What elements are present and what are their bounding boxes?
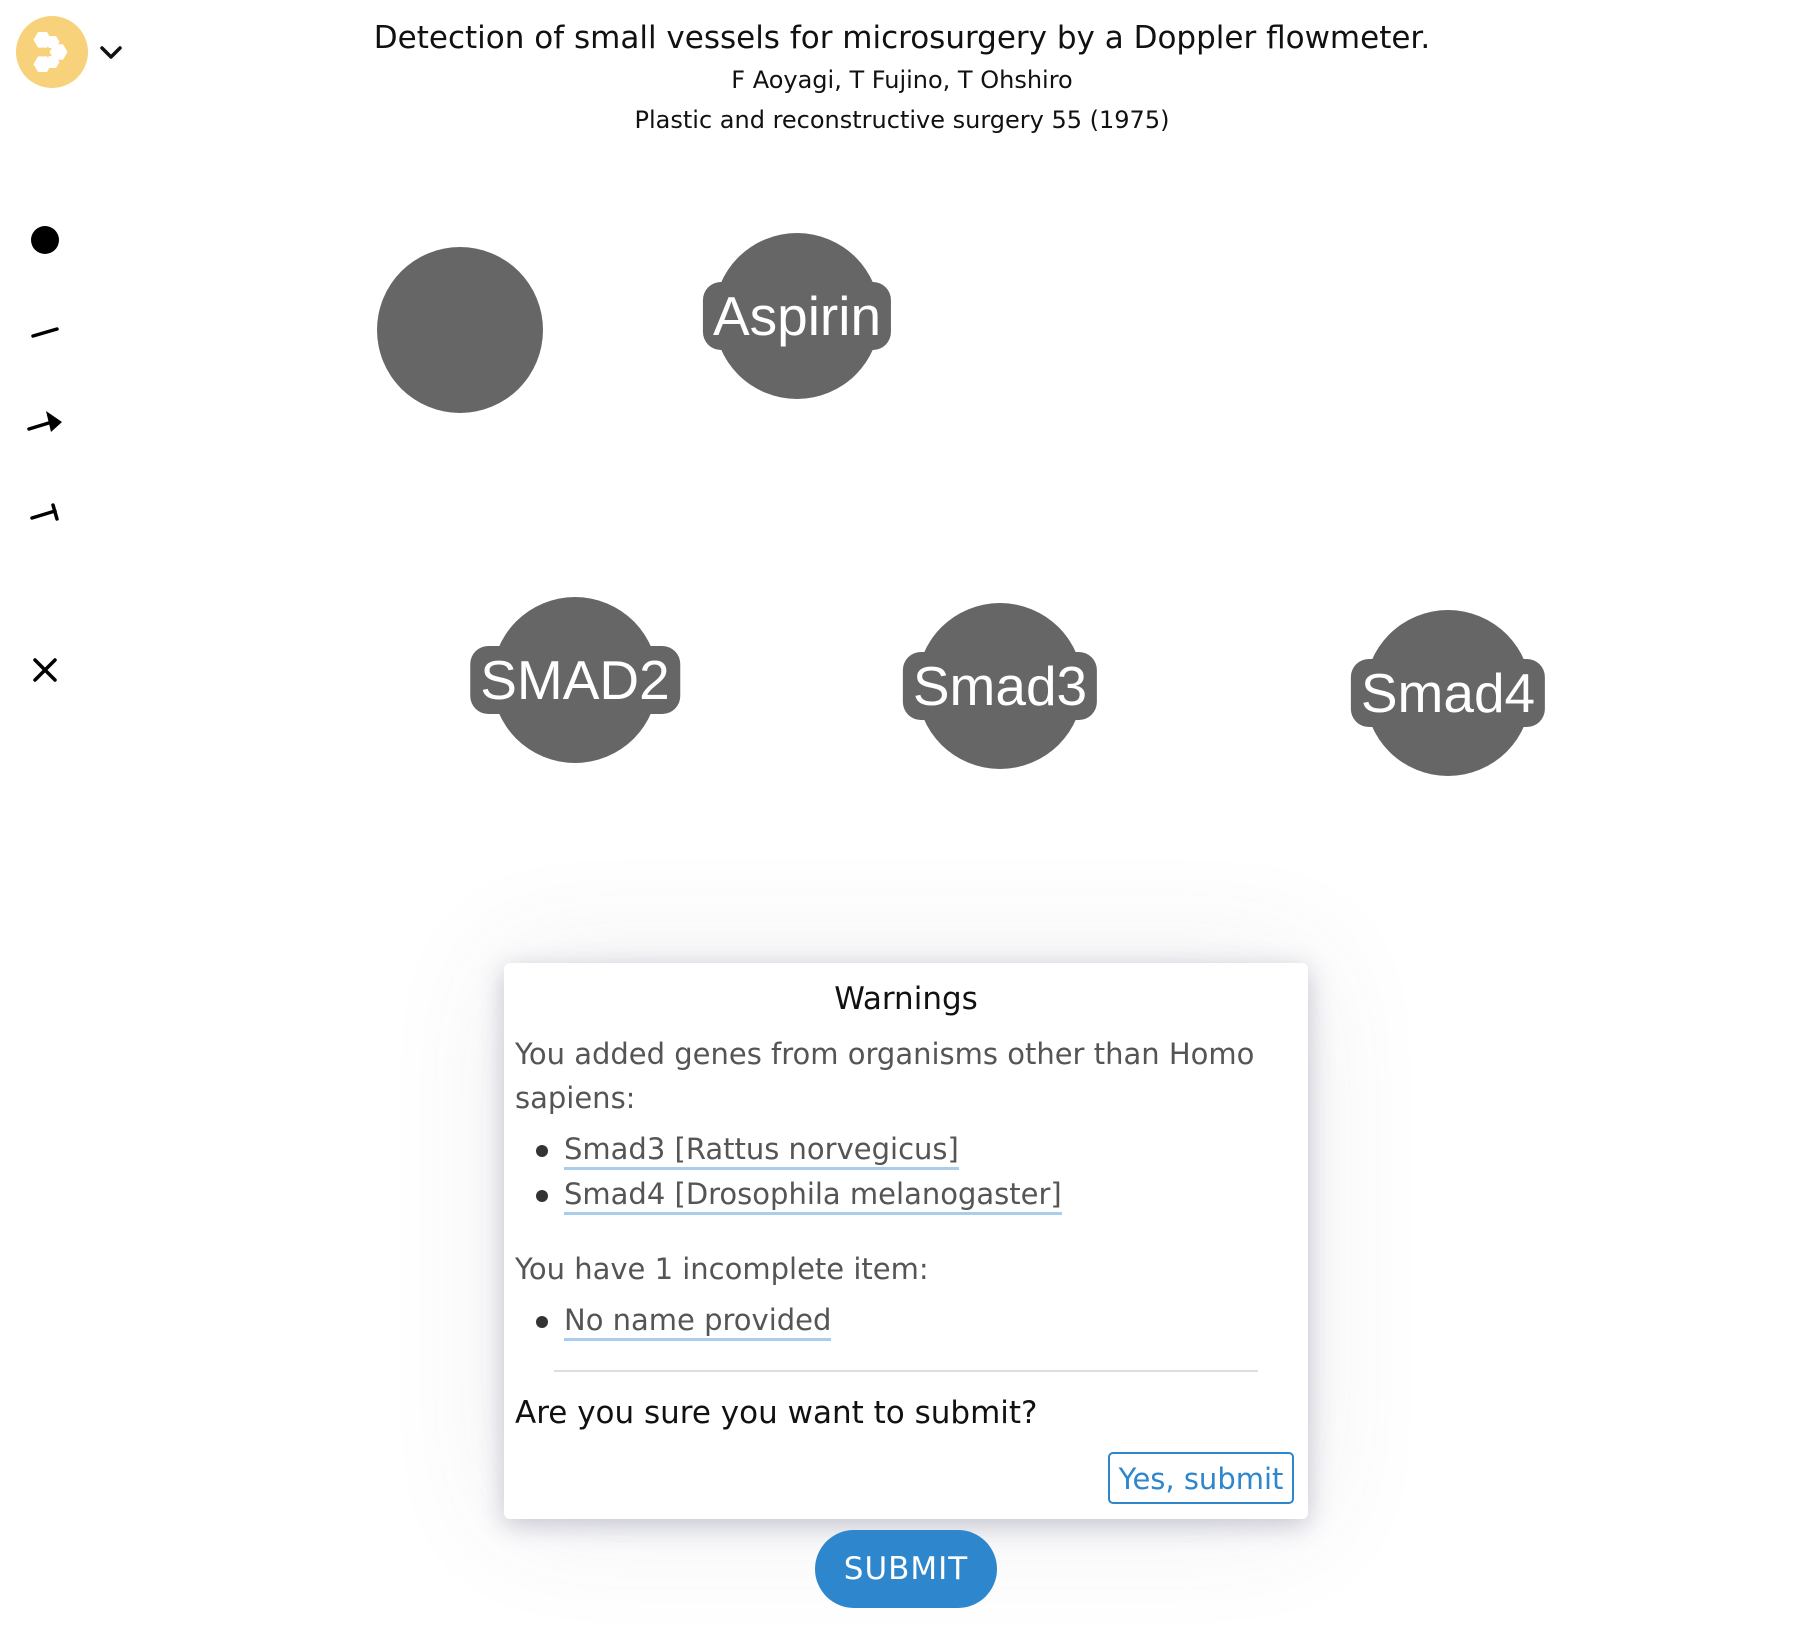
line-icon	[31, 327, 59, 338]
incomplete-warning-text: You have 1 incomplete item:	[515, 1252, 929, 1286]
incomplete-warning-link[interactable]: No name provided	[564, 1303, 832, 1341]
bullet-icon	[536, 1190, 548, 1202]
page: Detection of small vessels for microsurg…	[0, 0, 1804, 1626]
node-smad4[interactable]: Smad4	[1350, 610, 1546, 776]
paper-header: Detection of small vessels for microsurg…	[300, 16, 1504, 140]
add-inhibition-tool[interactable]	[20, 487, 70, 537]
node-label: SMAD2	[470, 646, 680, 714]
paper-authors: F Aoyagi, T Fujino, T Ohshiro	[731, 66, 1073, 94]
paper-journal: Plastic and reconstructive surgery 55 (1…	[634, 106, 1170, 134]
delete-tool[interactable]	[20, 645, 70, 695]
list-item: Smad4 [Drosophila melanogaster]	[534, 1173, 1062, 1218]
arrow-icon	[27, 411, 62, 432]
organism-warning-link[interactable]: Smad4 [Drosophila melanogaster]	[564, 1177, 1062, 1215]
chevron-down-icon[interactable]	[96, 38, 126, 68]
divider	[554, 1370, 1258, 1372]
list-item: Smad3 [Rattus norvegicus]	[534, 1128, 1062, 1173]
incomplete-warning-list: No name provided	[534, 1299, 832, 1344]
honeycomb-logo-icon	[16, 16, 88, 88]
bullet-icon	[536, 1316, 548, 1328]
close-icon	[33, 658, 57, 682]
add-activation-tool[interactable]	[20, 397, 70, 447]
node-label: Smad3	[902, 652, 1098, 720]
inhibition-icon	[30, 503, 59, 521]
yes-submit-button[interactable]: Yes, submit	[1108, 1452, 1294, 1504]
app-logo-menu[interactable]	[16, 16, 126, 88]
paper-title: Detection of small vessels for microsurg…	[373, 20, 1431, 56]
node-smad2[interactable]: SMAD2	[470, 597, 680, 763]
organism-warning-text: You added genes from organisms other tha…	[515, 1037, 1255, 1115]
submit-button[interactable]: SUBMIT	[815, 1530, 997, 1608]
add-edge-tool[interactable]	[20, 307, 70, 357]
confirm-text: Are you sure you want to submit?	[515, 1395, 1038, 1431]
node-aspirin[interactable]: Aspirin	[702, 233, 892, 399]
list-item: No name provided	[534, 1299, 832, 1344]
add-node-tool[interactable]	[20, 215, 70, 265]
popover-title: Warnings	[834, 981, 978, 1017]
node-smad3[interactable]: Smad3	[902, 603, 1098, 769]
node-label: Smad4	[1350, 659, 1546, 727]
warnings-popover: Warnings You added genes from organisms …	[504, 963, 1308, 1519]
bullet-icon	[536, 1145, 548, 1157]
node-unnamed[interactable]	[377, 247, 543, 413]
filled-circle-icon	[31, 226, 59, 254]
organism-warning-link[interactable]: Smad3 [Rattus norvegicus]	[564, 1132, 959, 1170]
node-label: Aspirin	[702, 282, 892, 350]
organism-warning-list: Smad3 [Rattus norvegicus] Smad4 [Drosoph…	[534, 1128, 1062, 1218]
